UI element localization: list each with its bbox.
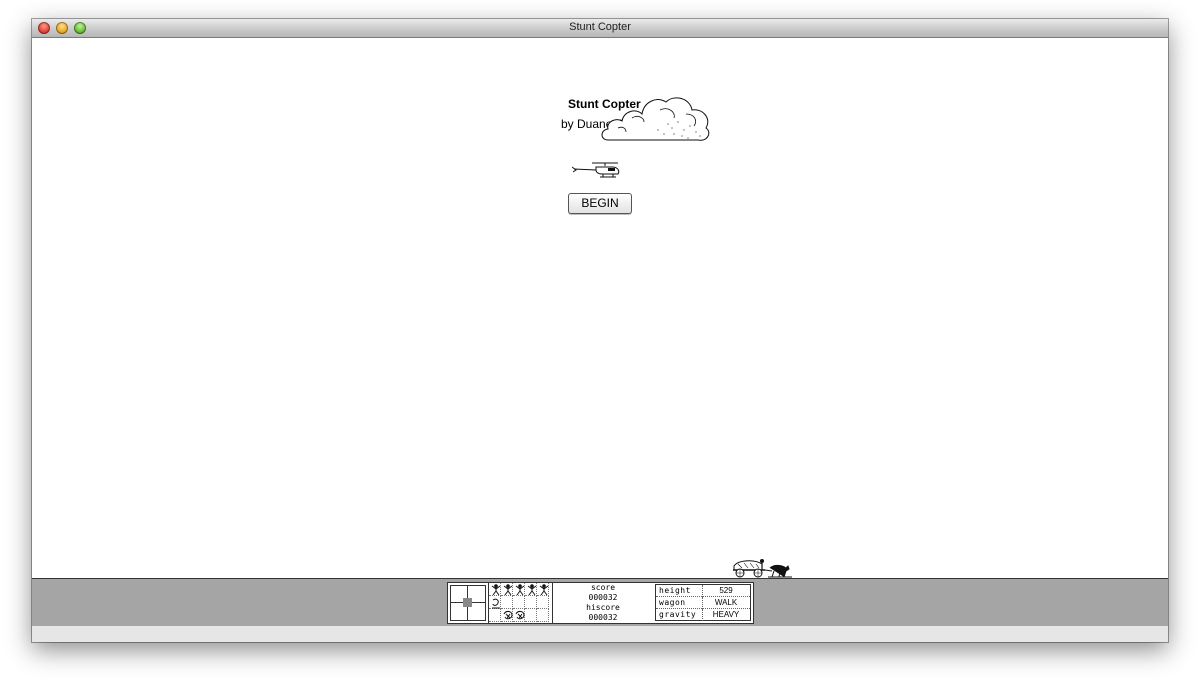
splash-icon [492, 598, 500, 609]
stat-row-wagon: wagon WALK [656, 597, 750, 609]
cloud-icon [601, 97, 710, 141]
hiscore-value: 000032 [588, 613, 618, 622]
score-value: 000032 [588, 593, 618, 602]
begin-button[interactable]: BEGIN [568, 193, 632, 214]
stunt-icons [491, 584, 549, 620]
stunt-man-icon [515, 584, 525, 596]
hiscore-label: hiscore [586, 603, 620, 612]
stunt-man-icon [527, 584, 537, 596]
score-label: score [590, 583, 616, 592]
stat-value: 529 [719, 586, 733, 595]
bottom-strip [32, 626, 1168, 642]
stunt-man-icon [491, 584, 501, 596]
score-box: score 000032 hiscore 000032 [552, 583, 654, 623]
stat-label: height [659, 586, 691, 595]
stat-label: gravity [659, 610, 697, 619]
stats-box: height 529 wagon WALK gravity HEAVY [655, 584, 751, 621]
helicopter-icon [572, 162, 620, 178]
stat-label: wagon [659, 598, 686, 607]
pad-knob[interactable] [463, 598, 472, 607]
hay-wagon-icon [733, 559, 792, 578]
stat-row-height: height 529 [656, 585, 750, 597]
stunt-man-icon [503, 584, 513, 596]
stat-value: HEAVY [712, 610, 740, 619]
stat-row-gravity: gravity HEAVY [656, 609, 750, 621]
stat-value: WALK [714, 598, 738, 607]
crash-icon [515, 611, 525, 620]
game-window: Stunt Copter Stunt Copter by Duane Blehm [32, 19, 1168, 642]
title-bar[interactable]: Stunt Copter [32, 19, 1168, 38]
stunts-grid [488, 583, 553, 623]
control-pad[interactable] [450, 585, 486, 621]
crash-icon [503, 611, 513, 620]
status-panel: score 000032 hiscore 000032 height 529 w… [447, 582, 754, 624]
stunt-man-icon [539, 584, 549, 596]
playfield[interactable]: Stunt Copter by Duane Blehm BEGIN [32, 38, 1168, 578]
status-bar: score 000032 hiscore 000032 height 529 w… [32, 579, 1168, 626]
window-title: Stunt Copter [569, 21, 631, 33]
